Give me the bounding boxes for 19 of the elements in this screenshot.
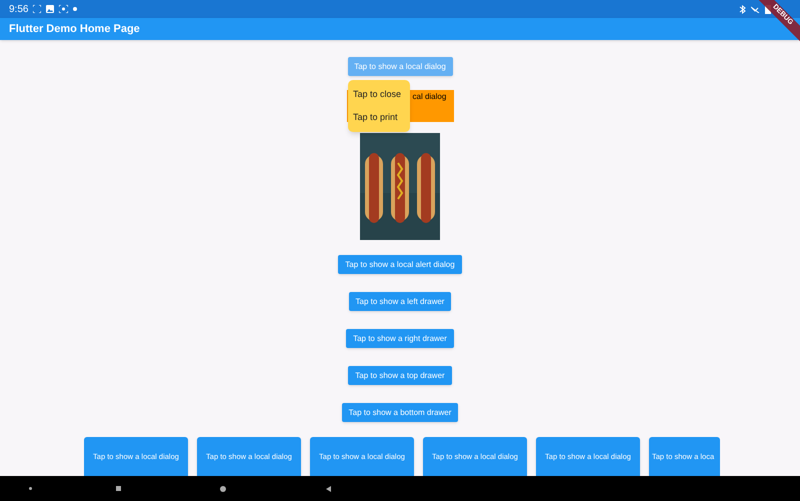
bluetooth-icon xyxy=(739,4,746,14)
dialog-text: cal dialog xyxy=(412,91,446,103)
action-button[interactable]: Tap to show a local alert dialog xyxy=(338,255,462,274)
dot-icon xyxy=(73,7,78,11)
menu-item[interactable]: Tap to print xyxy=(348,106,410,129)
home-icon[interactable] xyxy=(220,486,226,492)
screenshot-icon xyxy=(33,5,42,13)
action-button[interactable]: Tap to show a left drawer xyxy=(348,292,452,311)
focus-icon xyxy=(59,5,68,13)
back-icon[interactable] xyxy=(326,486,331,492)
status-time: 9:56 xyxy=(9,2,28,16)
app-bar-title: Flutter Demo Home Page xyxy=(9,22,140,37)
action-button[interactable]: Tap to show a right drawer xyxy=(346,329,454,348)
image-icon xyxy=(46,5,54,13)
dot-icon xyxy=(29,487,32,490)
wifi-off-icon xyxy=(751,5,760,13)
action-button[interactable]: Tap to show a top drawer xyxy=(348,366,452,385)
action-button[interactable]: Tap to show a bottom drawer xyxy=(342,403,458,422)
menu-item[interactable]: Tap to close xyxy=(348,83,410,106)
